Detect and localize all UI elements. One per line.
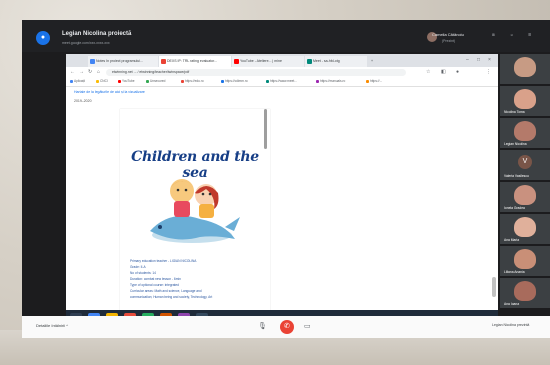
participant-video bbox=[514, 217, 536, 237]
participant-video bbox=[514, 249, 536, 269]
participant-tile[interactable]: Legian Nicolina bbox=[500, 118, 550, 148]
presenter-name: Camelia Cătănoiu bbox=[432, 32, 464, 37]
layout-icon[interactable]: ⊞ bbox=[492, 33, 495, 37]
participant-tile[interactable] bbox=[500, 54, 550, 84]
monitor: ● Legian Nicolina proiectă meet.google.c… bbox=[22, 20, 550, 338]
document-scrollbar[interactable] bbox=[264, 109, 267, 149]
participant-avatar: V bbox=[518, 155, 532, 169]
tab-favicon-icon bbox=[90, 59, 95, 64]
meeting-details-button[interactable]: Detaliile întâlnirii ^ bbox=[36, 323, 68, 328]
bookmark-item[interactable]: https://www.meet... bbox=[266, 79, 297, 83]
participant-video bbox=[514, 57, 536, 77]
browser-tab-active[interactable]: DEXS IP: TRL rating evaluator... bbox=[159, 56, 231, 67]
tab-favicon-icon bbox=[307, 59, 312, 64]
presenter-status: (Prezint) bbox=[442, 39, 456, 43]
meeting-title: Legian Nicolina proiectă bbox=[62, 31, 132, 37]
page-top-link[interactable]: Hartale de la legăturile de aici și la v… bbox=[74, 90, 145, 94]
url-input[interactable]: etwinning.net ... / etwinning/teacher/tw… bbox=[106, 69, 406, 76]
document-line: Primary education teacher - LIGIAN NICOL… bbox=[130, 259, 197, 263]
browser-tab[interactable]: YouTube - Ateliere... | mine bbox=[232, 56, 304, 67]
participant-video bbox=[514, 185, 536, 205]
document-line: Curricular areas: Math and science, Lang… bbox=[130, 289, 202, 293]
page-scrollbar[interactable] bbox=[492, 277, 496, 297]
forward-icon[interactable]: → bbox=[79, 69, 84, 75]
close-icon[interactable]: × bbox=[488, 57, 491, 63]
shared-screen-browser: Notes în proiect programului... DEXS IP:… bbox=[66, 54, 498, 334]
bookmark-item[interactable]: https://edu.ro bbox=[181, 79, 204, 83]
page-date: 2019–2020 bbox=[74, 99, 92, 103]
bookmark-item[interactable]: CNCI bbox=[96, 79, 108, 83]
bookmark-star-icon[interactable]: ☆ bbox=[426, 69, 430, 75]
mic-icon[interactable]: 🎙 bbox=[258, 322, 267, 330]
meet-logo-icon: ● bbox=[36, 31, 50, 45]
bookmark-item[interactable]: https://... bbox=[366, 79, 382, 83]
meet-top-bar: ● Legian Nicolina proiectă meet.google.c… bbox=[22, 20, 550, 52]
participant-tile[interactable]: Ionela Gradea bbox=[500, 182, 550, 212]
new-tab-button[interactable]: + bbox=[368, 56, 380, 67]
minimize-icon[interactable]: – bbox=[466, 57, 469, 63]
participant-tile[interactable]: Liliana Anania bbox=[500, 246, 550, 276]
document-line: Type of optional course: integrated bbox=[130, 283, 179, 287]
participant-video bbox=[514, 89, 536, 109]
browser-tab[interactable]: Notes în proiect programului... bbox=[88, 56, 158, 67]
browser-tab[interactable]: Meet - sa-hfd-otg bbox=[305, 56, 367, 67]
hangup-icon[interactable]: ✆ bbox=[280, 320, 294, 334]
document-line: Grade: II-A bbox=[130, 265, 146, 269]
present-status-label: Legian Nicolina prezintă bbox=[492, 323, 530, 327]
document-line: communication; Human being and society, … bbox=[130, 295, 213, 299]
bookmarks-bar: Aplicații CNCI YouTube Unsecured https:/… bbox=[66, 78, 498, 87]
menu-icon[interactable]: ⋮ bbox=[486, 69, 491, 75]
tab-favicon-icon bbox=[234, 59, 239, 64]
camera-icon[interactable]: ▭ bbox=[304, 322, 311, 330]
document-line: Duration: combat new lesson - 6min bbox=[130, 277, 181, 281]
web-page: Hartale de la legăturile de aici și la v… bbox=[66, 87, 498, 334]
profile-icon[interactable]: ● bbox=[456, 69, 459, 75]
participant-video bbox=[514, 121, 536, 141]
bookmark-item[interactable]: https://cdimm.ro bbox=[221, 79, 248, 83]
bookmark-item[interactable]: YouTube bbox=[118, 79, 135, 83]
participant-tile[interactable]: Ana Maria bbox=[500, 214, 550, 244]
children-dolphin-illustration bbox=[150, 179, 240, 243]
home-icon[interactable]: ⌂ bbox=[97, 69, 100, 75]
participants-icon[interactable]: ☺ bbox=[510, 33, 514, 37]
participant-tile[interactable]: V Valeria Vasilescu bbox=[500, 150, 550, 180]
meeting-url: meet.google.com/xxx-xxxx-xxx bbox=[62, 41, 110, 45]
meet-controls-bar: Detaliile întâlnirii ^ 🎙 ✆ ▭ Legian Nico… bbox=[22, 316, 550, 338]
reload-icon[interactable]: ↻ bbox=[88, 69, 92, 75]
chat-icon[interactable]: ☰ bbox=[528, 33, 531, 37]
maximize-icon[interactable]: □ bbox=[477, 57, 480, 63]
address-bar: ← → ↻ ⌂ etwinning.net ... / etwinning/te… bbox=[66, 67, 498, 78]
extension-icon[interactable]: ◧ bbox=[441, 69, 446, 75]
bookmark-item[interactable]: Aplicații bbox=[70, 79, 85, 83]
bookmark-item[interactable]: https://manuals.ro bbox=[316, 79, 345, 83]
participant-tile[interactable]: Nicolina Toma bbox=[500, 86, 550, 116]
participant-tile[interactable]: Ana Ioana bbox=[500, 278, 550, 308]
tab-favicon-icon bbox=[161, 59, 166, 64]
bookmark-item[interactable]: Unsecured bbox=[146, 79, 165, 83]
browser-tab-strip: Notes în proiect programului... DEXS IP:… bbox=[66, 54, 498, 67]
pdf-viewer: Children and the sea Primary education t bbox=[120, 109, 270, 334]
document-line: No of students: 14 bbox=[130, 271, 156, 275]
participant-video bbox=[514, 281, 536, 301]
back-icon[interactable]: ← bbox=[70, 69, 75, 75]
